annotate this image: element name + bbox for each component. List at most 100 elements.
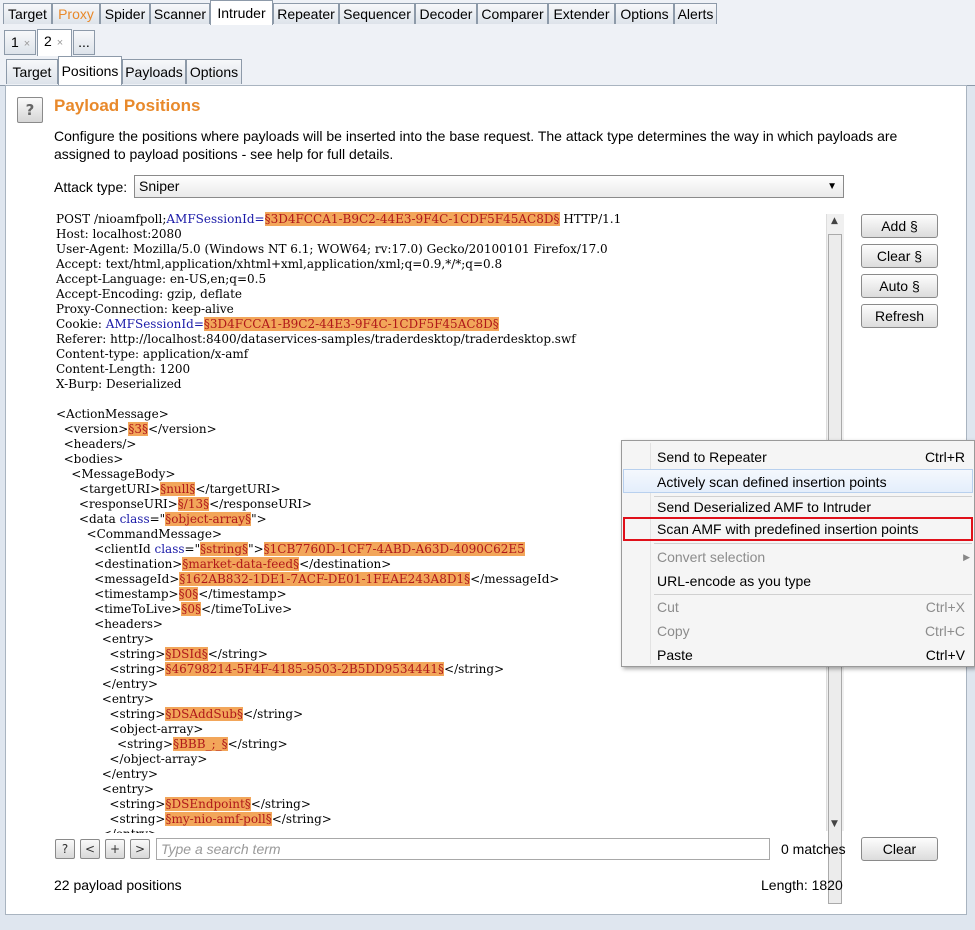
- menu-item-copy[interactable]: Copy Ctrl+C: [623, 619, 973, 643]
- close-icon[interactable]: ×: [57, 37, 63, 49]
- tab-label: Sequencer: [343, 6, 411, 22]
- request-line[interactable]: Referer: http://localhost:8400/dataservi…: [56, 332, 826, 347]
- request-line[interactable]: Cookie: AMFSessionId=§3D4FCCA1-B9C2-44E3…: [56, 317, 826, 332]
- tab-scanner[interactable]: Scanner: [150, 3, 210, 24]
- request-line[interactable]: <version>§3§</version>: [56, 422, 826, 437]
- search-input[interactable]: Type a search term: [156, 838, 770, 860]
- request-line[interactable]: <string>§DSEndpoint§</string>: [56, 797, 826, 812]
- request-text-segment: </string>: [444, 662, 505, 676]
- tab-label: Intruder: [217, 5, 266, 21]
- menu-item-send-to-repeater[interactable]: Send to Repeater Ctrl+R: [623, 445, 973, 469]
- request-text-segment: <ActionMessage>: [56, 407, 169, 421]
- scroll-down-icon[interactable]: ▼: [831, 819, 838, 829]
- tab-repeater[interactable]: Repeater: [273, 3, 339, 24]
- search-options-button[interactable]: +: [105, 839, 125, 859]
- refresh-button[interactable]: Refresh: [861, 304, 938, 328]
- request-text-segment: <data: [56, 512, 120, 526]
- payload-marker: §market-data-feed§: [182, 557, 300, 571]
- menu-item-cut[interactable]: Cut Ctrl+X: [623, 595, 973, 619]
- search-next-button[interactable]: >: [130, 839, 150, 859]
- attack-type-select[interactable]: Sniper ▼: [134, 175, 844, 198]
- tab-payloads[interactable]: Payloads: [122, 59, 186, 84]
- request-line[interactable]: <string>§my-nio-amf-poll§</string>: [56, 812, 826, 827]
- tab-extender[interactable]: Extender: [548, 3, 615, 24]
- request-line[interactable]: <object-array>: [56, 722, 826, 737]
- request-text-segment: ">: [248, 542, 264, 556]
- request-line[interactable]: <string>§BBB_;_§</string>: [56, 737, 826, 752]
- request-line[interactable]: POST /nioamfpoll;AMFSessionId=§3D4FCCA1-…: [56, 212, 826, 227]
- request-line[interactable]: Content-Length: 1200: [56, 362, 826, 377]
- new-attack-tab-button[interactable]: ...: [73, 30, 95, 55]
- menu-item-active-scan[interactable]: Actively scan defined insertion points: [623, 469, 973, 493]
- request-text-segment: <string>: [56, 662, 166, 676]
- menu-item-url-encode[interactable]: URL-encode as you type: [623, 569, 973, 593]
- tab-options[interactable]: Options: [615, 3, 674, 24]
- request-text-segment: <timestamp>: [56, 587, 179, 601]
- request-line[interactable]: </entry>: [56, 677, 826, 692]
- tab-intruder[interactable]: Intruder: [210, 0, 273, 26]
- tab-label: Options: [189, 64, 239, 80]
- tab-comparer[interactable]: Comparer: [477, 3, 548, 24]
- request-line[interactable]: Accept-Language: en-US,en;q=0.5: [56, 272, 826, 287]
- attack-tab-bar: 1 × 2 × ...: [0, 25, 975, 57]
- search-help-icon[interactable]: ?: [55, 839, 75, 859]
- request-line[interactable]: </entry>: [56, 827, 826, 833]
- menu-item-scan-amf[interactable]: Scan AMF with predefined insertion point…: [623, 517, 973, 541]
- request-line[interactable]: Proxy-Connection: keep-alive: [56, 302, 826, 317]
- request-line[interactable]: [56, 392, 826, 407]
- attack-tab-label: 2: [44, 33, 52, 49]
- tab-label: Alerts: [677, 6, 714, 22]
- tab-proxy[interactable]: Proxy: [52, 3, 100, 24]
- help-icon[interactable]: ?: [17, 97, 43, 123]
- tab-spider[interactable]: Spider: [100, 3, 150, 24]
- request-line[interactable]: </entry>: [56, 767, 826, 782]
- request-text-segment: <destination>: [56, 557, 183, 571]
- attack-type-label: Attack type:: [54, 179, 128, 195]
- add-marker-button[interactable]: Add §: [861, 214, 938, 238]
- search-previous-button[interactable]: <: [80, 839, 100, 859]
- clear-markers-button[interactable]: Clear §: [861, 244, 938, 268]
- tab-decoder[interactable]: Decoder: [415, 3, 477, 24]
- auto-markers-button[interactable]: Auto §: [861, 274, 938, 298]
- payload-marker: §3§: [128, 422, 148, 436]
- tab-target-config[interactable]: Target: [6, 59, 58, 84]
- request-text-segment: ">: [251, 512, 267, 526]
- attack-tab-2[interactable]: 2 ×: [37, 29, 72, 56]
- request-text-segment: </targetURI>: [195, 482, 281, 496]
- request-text-segment: <string>: [56, 647, 166, 661]
- menu-item-convert-selection[interactable]: Convert selection ▶: [623, 545, 973, 569]
- menu-item-send-amf-to-intruder[interactable]: Send Deserialized AMF to Intruder: [623, 495, 973, 519]
- tab-positions[interactable]: Positions: [58, 56, 122, 86]
- request-text-segment: AMFSessionId=: [105, 317, 204, 331]
- menu-separator: [654, 543, 972, 544]
- scroll-up-icon[interactable]: ▲: [831, 216, 838, 226]
- menu-item-paste[interactable]: Paste Ctrl+V: [623, 643, 973, 667]
- request-line[interactable]: <ActionMessage>: [56, 407, 826, 422]
- request-line[interactable]: <string>§DSAddSub§</string>: [56, 707, 826, 722]
- request-line[interactable]: </object-array>: [56, 752, 826, 767]
- request-line[interactable]: Host: localhost:2080: [56, 227, 826, 242]
- request-text-segment: <clientId: [56, 542, 155, 556]
- close-icon[interactable]: ×: [24, 38, 30, 50]
- tab-intruder-options[interactable]: Options: [186, 59, 242, 84]
- request-line[interactable]: Accept-Encoding: gzip, deflate: [56, 287, 826, 302]
- payload-marker: §1CB7760D-1CF7-4ABD-A63D-4090C62E5: [263, 542, 525, 556]
- tab-sequencer[interactable]: Sequencer: [339, 3, 415, 24]
- chevron-down-icon: ▼: [827, 181, 837, 192]
- request-line[interactable]: Accept: text/html,application/xhtml+xml,…: [56, 257, 826, 272]
- request-line[interactable]: <entry>: [56, 782, 826, 797]
- more-label: ...: [78, 34, 90, 50]
- request-line[interactable]: User-Agent: Mozilla/5.0 (Windows NT 6.1;…: [56, 242, 826, 257]
- request-text-segment: Proxy-Connection: keep-alive: [56, 302, 234, 316]
- request-line[interactable]: X-Burp: Deserialized: [56, 377, 826, 392]
- search-clear-button[interactable]: Clear: [861, 837, 938, 861]
- request-line[interactable]: <entry>: [56, 692, 826, 707]
- menu-item-label: Convert selection: [657, 549, 766, 565]
- request-line[interactable]: Content-type: application/x-amf: [56, 347, 826, 362]
- request-text-segment: <entry>: [56, 782, 155, 796]
- attack-tab-1[interactable]: 1 ×: [4, 30, 36, 55]
- tab-alerts[interactable]: Alerts: [674, 3, 717, 24]
- tab-label: Target: [12, 64, 52, 80]
- tab-target[interactable]: Target: [3, 3, 52, 24]
- request-text-segment: <MessageBody>: [56, 467, 176, 481]
